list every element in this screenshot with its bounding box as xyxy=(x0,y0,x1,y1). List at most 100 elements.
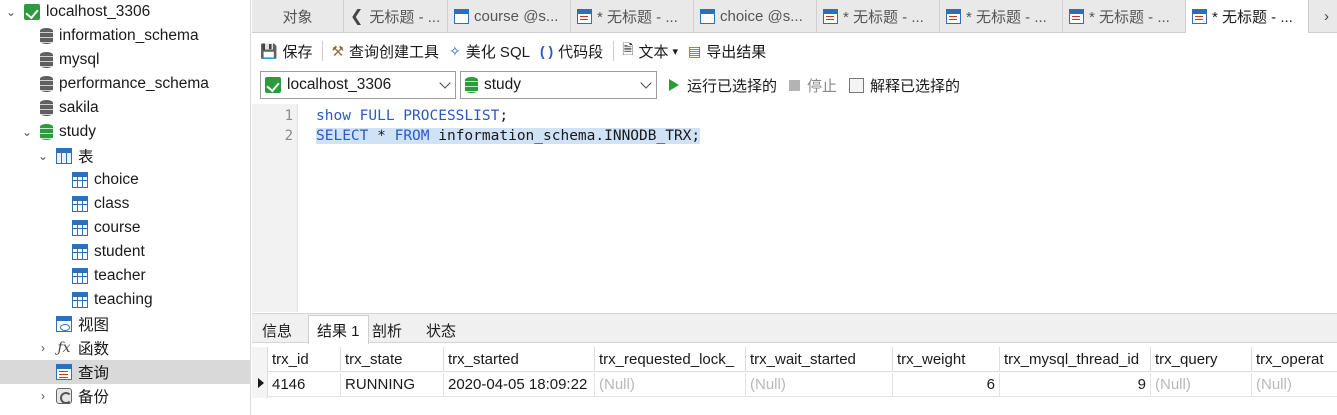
result-tab-2[interactable]: 剖析 xyxy=(364,316,410,344)
tree-item-14[interactable]: › ƒx 函数 xyxy=(0,336,250,360)
query-icon xyxy=(823,8,838,24)
result-grid[interactable]: trx_id 4146 trx_state RUNNING trx_started 202… xyxy=(252,344,1337,415)
tree-item-6[interactable]: ⌄ 表 xyxy=(0,144,250,168)
tab-8[interactable]: * 无标题 - ... xyxy=(1186,0,1309,33)
back-arrow-icon: ❮ xyxy=(350,8,364,25)
database-select[interactable]: study xyxy=(460,71,657,99)
export-icon: ▤ xyxy=(688,42,702,59)
query-icon xyxy=(577,8,592,24)
stop-icon xyxy=(789,79,801,91)
result-tabs: 信息 结果 1 剖析 状态 xyxy=(252,313,1337,344)
chevron-right-icon[interactable]: › xyxy=(36,389,50,403)
tree-item-5[interactable]: ⌄ study xyxy=(0,120,250,144)
sql-keyword: FROM xyxy=(394,128,430,144)
tree-item-2[interactable]: mysql xyxy=(0,48,250,72)
stop-button[interactable]: 停止 xyxy=(789,75,837,96)
tree-item-12[interactable]: teaching xyxy=(0,288,250,312)
code-line[interactable]: show FULL PROCESSLIST; xyxy=(316,108,508,124)
database-open-icon xyxy=(40,124,53,140)
toolbar-divider xyxy=(613,41,615,61)
tab-label: * 无标题 - ... xyxy=(1212,9,1293,26)
tree-item-10[interactable]: student xyxy=(0,240,250,264)
column-header[interactable]: trx_query xyxy=(1151,347,1252,372)
result-tab-1[interactable]: 结果 1 xyxy=(308,315,369,344)
query-builder-label: 查询创建工具 xyxy=(349,43,440,61)
sql-keyword: show FULL PROCESSLIST xyxy=(316,108,500,124)
chevron-down-icon[interactable]: ⌄ xyxy=(20,125,34,139)
table-cell[interactable]: RUNNING xyxy=(341,373,444,397)
tree-item-3[interactable]: performance_schema xyxy=(0,72,250,96)
tree-item-16[interactable]: › 备份 xyxy=(0,384,250,408)
row-header-column xyxy=(252,347,268,398)
tab-3[interactable]: * 无标题 - ... xyxy=(571,0,694,32)
tab-5[interactable]: * 无标题 - ... xyxy=(817,0,940,32)
code-snippet-button[interactable]: ( ) 代码段 xyxy=(540,41,603,62)
tree-item-9[interactable]: course xyxy=(0,216,250,240)
database-icon xyxy=(40,28,53,44)
tree-item-7[interactable]: choice xyxy=(0,168,250,192)
run-selected-button[interactable]: 运行已选择的 xyxy=(669,75,777,96)
tree-item-15[interactable]: 查询 xyxy=(0,360,250,384)
tree-item-0[interactable]: ⌄ localhost_3306 xyxy=(0,0,250,24)
sql-editor[interactable]: 12 show FULL PROCESSLIST; SELECT * FROM i… xyxy=(252,104,1337,312)
tab-6[interactable]: * 无标题 - ... xyxy=(940,0,1063,32)
table-cell[interactable]: 6 xyxy=(893,373,1000,397)
sql-text: ; xyxy=(499,108,509,124)
chevron-down-icon[interactable]: ⌄ xyxy=(36,149,50,163)
table-cell[interactable]: 9 xyxy=(1000,373,1151,397)
tree-item-1[interactable]: information_schema xyxy=(0,24,250,48)
tab-4[interactable]: choice @s... xyxy=(694,0,817,32)
tab-1[interactable]: ❮ 无标题 - ... xyxy=(344,0,448,32)
column-header[interactable]: trx_id xyxy=(268,347,341,372)
column-header[interactable]: trx_wait_started xyxy=(746,347,893,372)
column-header[interactable]: trx_requested_lock_ xyxy=(595,347,746,372)
query-builder-button[interactable]: ⚒ 查询创建工具 xyxy=(331,41,439,62)
text-mode-button[interactable]: 🗎 文本 ▾ xyxy=(622,39,678,63)
tree-item-8[interactable]: class xyxy=(0,192,250,216)
current-row-marker-icon xyxy=(258,378,264,388)
table-cell[interactable]: (Null) xyxy=(595,373,746,397)
column-header[interactable]: trx_weight xyxy=(893,347,1000,372)
code-line[interactable]: SELECT * FROM information_schema.INNODB_… xyxy=(316,128,701,144)
chevron-down-icon[interactable]: ⌄ xyxy=(4,5,18,19)
save-button[interactable]: 💾 保存 xyxy=(260,41,312,62)
column-header[interactable]: trx_operat xyxy=(1252,347,1337,372)
explain-selected-button[interactable]: 解释已选择的 xyxy=(849,75,960,96)
tree-item-11[interactable]: teacher xyxy=(0,264,250,288)
save-icon: 💾 xyxy=(260,42,278,59)
column-header[interactable]: trx_mysql_thread_id xyxy=(1000,347,1151,372)
table-cell[interactable]: (Null) xyxy=(746,373,893,397)
database-icon xyxy=(40,52,53,68)
table-cell[interactable]: (Null) xyxy=(1151,373,1252,397)
view-icon xyxy=(56,316,72,332)
tab-scroll-right-button[interactable]: › xyxy=(1324,0,1329,32)
result-tab-3[interactable]: 状态 xyxy=(418,316,464,344)
column-header[interactable]: trx_started xyxy=(444,347,595,372)
tree-item-label: student xyxy=(94,243,145,260)
tab-0[interactable]: 对象 xyxy=(252,0,344,32)
table-icon xyxy=(72,220,88,236)
tab-label: * 无标题 - ... xyxy=(966,8,1047,26)
chevron-right-icon[interactable]: › xyxy=(36,341,50,355)
table-icon xyxy=(72,196,88,212)
table-cell[interactable]: 4146 xyxy=(268,373,341,397)
connection-select[interactable]: localhost_3306 xyxy=(260,71,456,99)
table-cell[interactable]: 2020-04-05 18:09:22 xyxy=(444,373,595,397)
table-cell[interactable]: (Null) xyxy=(1252,373,1337,397)
tree-item-13[interactable]: 视图 xyxy=(0,312,250,336)
play-icon xyxy=(669,79,679,91)
code-snippet-label: 代码段 xyxy=(558,43,604,61)
column-header[interactable]: trx_state xyxy=(341,347,444,372)
tab-7[interactable]: * 无标题 - ... xyxy=(1063,0,1186,32)
export-results-button[interactable]: ▤ 导出结果 xyxy=(688,41,766,62)
beautify-sql-label: 美化 SQL xyxy=(465,43,530,61)
tab-2[interactable]: course @s... xyxy=(448,0,571,32)
beautify-sql-button[interactable]: ✧ 美化 SQL xyxy=(449,41,530,62)
result-tab-0[interactable]: 信息 xyxy=(254,316,300,344)
tree-item-label: course xyxy=(94,219,141,236)
tree-item-4[interactable]: sakila xyxy=(0,96,250,120)
line-number-gutter: 12 xyxy=(252,104,298,312)
